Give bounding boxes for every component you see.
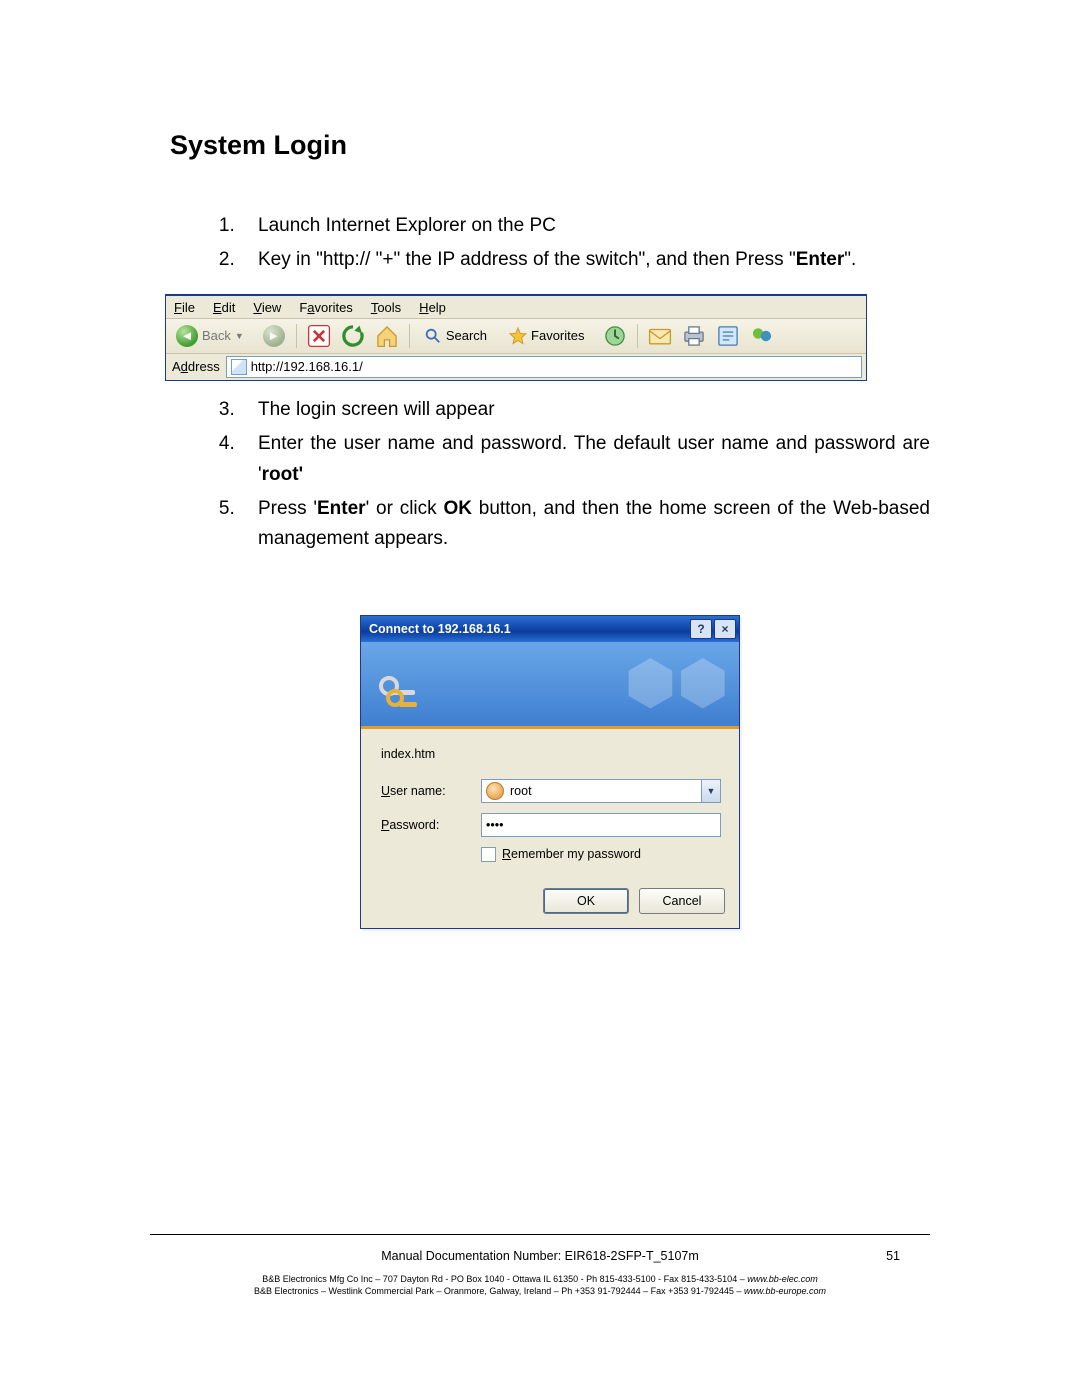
password-input[interactable]: •••• — [481, 813, 721, 837]
footer-url-1: www.bb-elec.com — [747, 1274, 818, 1284]
remember-checkbox[interactable] — [481, 847, 496, 862]
login-dialog: Connect to 192.168.16.1 ? × ⬢⬢ — [360, 615, 740, 929]
refresh-icon — [340, 323, 366, 349]
edit-icon — [715, 323, 741, 349]
steps-list-cont: The login screen will appear Enter the u… — [170, 395, 930, 555]
messenger-icon — [749, 323, 775, 349]
page-number: 51 — [699, 1249, 900, 1263]
keys-icon — [375, 672, 419, 716]
menu-file[interactable]: FFileile — [174, 300, 195, 315]
username-value: root — [510, 784, 532, 798]
footer-rule — [150, 1234, 930, 1235]
chevron-down-icon[interactable]: ▼ — [701, 780, 720, 802]
close-button[interactable]: × — [714, 619, 736, 639]
home-button[interactable] — [373, 322, 401, 350]
step-4: Enter the user name and password. The de… — [240, 429, 930, 490]
favorites-label: Favorites — [531, 328, 584, 343]
step-2-enter: Enter — [796, 249, 845, 270]
back-label: Back — [202, 328, 231, 343]
step-5: Press 'Enter' or click OK button, and th… — [240, 494, 930, 555]
step-2-text-a: Key in "http:// "+" the IP address of th… — [258, 249, 796, 270]
username-label: User name:User name: — [381, 784, 481, 798]
menu-edit[interactable]: EditEdit — [213, 300, 235, 315]
print-icon — [681, 323, 707, 349]
doc-number: Manual Documentation Number: EIR618-2SFP… — [381, 1249, 699, 1263]
search-icon — [424, 327, 442, 345]
cancel-button[interactable]: Cancel — [639, 888, 725, 914]
forward-button[interactable]: ► — [260, 322, 288, 350]
username-input[interactable]: root ▼ — [481, 779, 721, 803]
help-button[interactable]: ? — [690, 619, 712, 639]
step-1: Launch Internet Explorer on the PC — [240, 211, 930, 241]
forward-icon: ► — [263, 325, 285, 347]
home-icon — [374, 323, 400, 349]
footer-url-2: www.bb-europe.com — [744, 1286, 826, 1296]
stop-button[interactable] — [305, 322, 333, 350]
step-2-text-c: ". — [844, 249, 856, 270]
step-3-text: The login screen will appear — [258, 399, 495, 420]
edit-button[interactable] — [714, 322, 742, 350]
print-button[interactable] — [680, 322, 708, 350]
password-value: •••• — [486, 818, 504, 832]
step-2: Key in "http:// "+" the IP address of th… — [240, 245, 930, 275]
ie-menu-bar: FFileile EditEdit ViewView FavoritesFavo… — [166, 296, 866, 319]
ok-button[interactable]: OK — [543, 888, 629, 914]
chevron-down-icon: ▼ — [235, 331, 244, 341]
step-4-text-a: Enter the user name and password. The de… — [258, 433, 930, 484]
menu-tools[interactable]: ToolsTools — [371, 300, 401, 315]
back-icon: ◄ — [176, 325, 198, 347]
address-bar: AddressAddress http://192.168.16.1/ — [166, 354, 866, 380]
footer-fine-print: B&B Electronics Mfg Co Inc – 707 Dayton … — [150, 1273, 930, 1297]
page-icon — [231, 359, 247, 375]
dialog-banner: ⬢⬢ — [361, 642, 739, 729]
footer-line2a: B&B Electronics – Westlink Commercial Pa… — [254, 1286, 744, 1296]
page-heading: System Login — [170, 130, 930, 161]
user-icon — [486, 782, 504, 800]
step-4-root: root' — [262, 464, 303, 485]
ie-button-bar: ◄ Back ▼ ► Search Favorites — [166, 319, 866, 354]
password-label: Password:Password: — [381, 818, 481, 832]
address-input[interactable]: http://192.168.16.1/ — [226, 356, 862, 378]
step-5-enter: Enter — [317, 498, 366, 519]
dialog-body: index.htm User name:User name: root ▼ Pa… — [361, 729, 739, 870]
footer-line1a: B&B Electronics Mfg Co Inc – 707 Dayton … — [262, 1274, 747, 1284]
search-label: Search — [446, 328, 487, 343]
cancel-label: Cancel — [663, 894, 702, 908]
step-5-text-a: Press ' — [258, 498, 317, 519]
step-5-text-c: ' or click — [366, 498, 444, 519]
address-value: http://192.168.16.1/ — [251, 359, 363, 374]
refresh-button[interactable] — [339, 322, 367, 350]
step-1-text: Launch Internet Explorer on the PC — [258, 215, 556, 236]
remember-label[interactable]: Remember my passwordRemember my password — [502, 847, 641, 861]
separator-icon — [637, 324, 638, 348]
menu-help[interactable]: HelpHelp — [419, 300, 446, 315]
dialog-buttons: OK Cancel — [361, 870, 739, 928]
menu-favorites[interactable]: FavoritesFavorites — [299, 300, 352, 315]
messenger-button[interactable] — [748, 322, 776, 350]
stop-icon — [306, 323, 332, 349]
separator-icon — [409, 324, 410, 348]
back-button[interactable]: ◄ Back ▼ — [170, 323, 254, 349]
dialog-title: Connect to 192.168.16.1 — [369, 622, 511, 636]
dialog-title-bar: Connect to 192.168.16.1 ? × — [361, 616, 739, 642]
history-button[interactable] — [601, 322, 629, 350]
realm-text: index.htm — [381, 747, 721, 761]
history-icon — [602, 323, 628, 349]
search-button[interactable]: Search — [418, 325, 497, 347]
steps-list: Launch Internet Explorer on the PC Key i… — [170, 211, 930, 276]
remember-row: Remember my passwordRemember my password — [481, 847, 721, 862]
menu-view[interactable]: ViewView — [253, 300, 281, 315]
banner-decoration: ⬢⬢ — [624, 648, 729, 718]
ok-label: OK — [577, 894, 595, 908]
step-5-ok: OK — [443, 498, 472, 519]
page-footer: Manual Documentation Number: EIR618-2SFP… — [150, 1227, 930, 1297]
star-icon — [509, 327, 527, 345]
step-3: The login screen will appear — [240, 395, 930, 425]
favorites-button[interactable]: Favorites — [503, 325, 594, 347]
mail-icon — [647, 323, 673, 349]
separator-icon — [296, 324, 297, 348]
mail-button[interactable] — [646, 322, 674, 350]
ie-toolbar: FFileile EditEdit ViewView FavoritesFavo… — [165, 294, 867, 381]
address-label: AddressAddress — [170, 359, 222, 374]
